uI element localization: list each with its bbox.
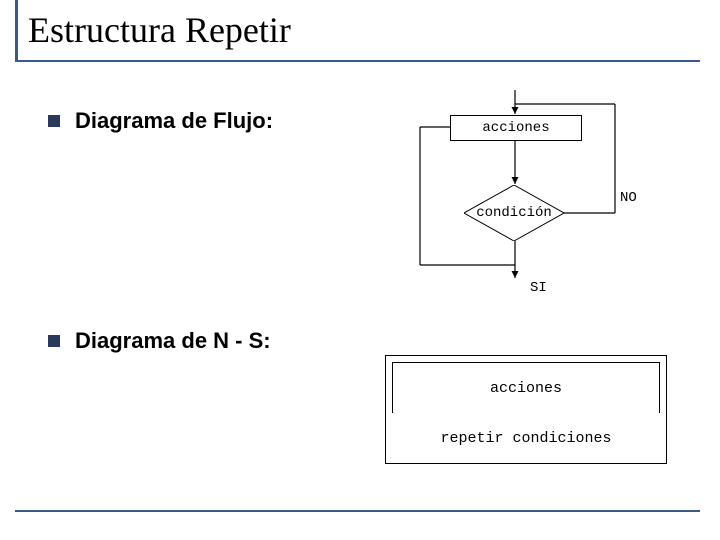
bullet-icon xyxy=(48,335,60,347)
top-rule xyxy=(15,60,700,62)
flow-branch-no: NO xyxy=(620,190,637,206)
flow-decision: condición xyxy=(464,185,564,241)
slide-title: Estructura Repetir xyxy=(15,0,291,60)
ns-repetir: repetir condiciones xyxy=(386,413,666,463)
flow-branch-si: SI xyxy=(530,280,547,296)
ns-acciones: acciones xyxy=(392,362,660,413)
bullet-icon xyxy=(48,115,60,127)
flowchart: acciones condición NO SI xyxy=(390,90,690,310)
flow-decision-label: condición xyxy=(464,185,564,241)
bullet-label-ns: Diagrama de N - S: xyxy=(75,328,271,354)
flow-step-acciones: acciones xyxy=(450,115,582,141)
ns-diagram: acciones repetir condiciones xyxy=(385,355,667,464)
bullet-label-flujo: Diagrama de Flujo: xyxy=(75,108,273,134)
bottom-rule xyxy=(15,510,700,512)
